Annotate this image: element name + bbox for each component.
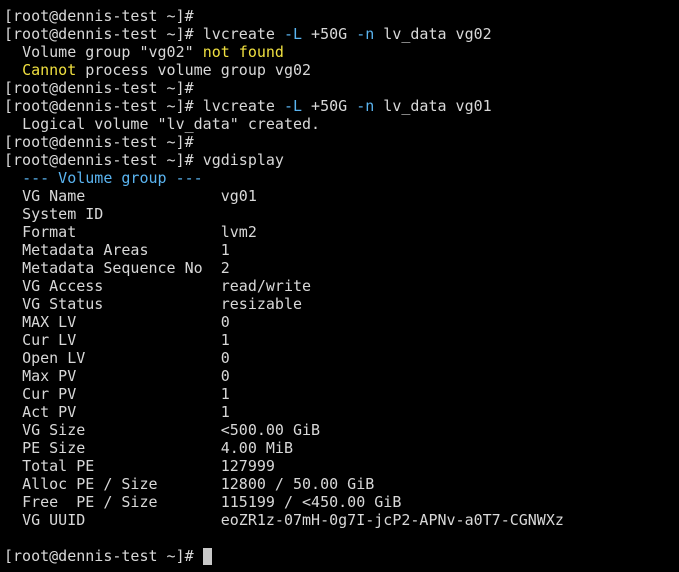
option-size-flag: -L [283, 97, 303, 115]
vg-field-key: Act PV [22, 403, 77, 421]
vg-field-row: VG UUID eoZR1z-07mH-0g7I-jcP2-APNv-a0T7-C… [4, 511, 679, 529]
vg-field-key: Alloc PE / Size [22, 475, 158, 493]
vg-field-row: VG Name vg01 [4, 187, 679, 205]
command-args: lv_data vg02 [374, 25, 492, 43]
option-name-flag: -n [356, 97, 375, 115]
vg-section-header-line: --- Volume group --- [4, 169, 679, 187]
vg-field-row: Metadata Sequence No 2 [4, 259, 679, 277]
error-highlight: Cannot [22, 61, 77, 79]
error-highlight: not found [202, 43, 284, 61]
vg-field-value: 1 [220, 403, 230, 421]
vg-field-row: MAX LV 0 [4, 313, 679, 331]
vg-field-row: Act PV 1 [4, 403, 679, 421]
vg-field-key: Cur PV [22, 385, 77, 403]
error-text: process volume group vg02 [76, 61, 312, 79]
vg-field-row: VG Size <500.00 GiB [4, 421, 679, 439]
vg-field-value: 2 [220, 259, 230, 277]
text-cursor[interactable] [202, 548, 212, 565]
vg-field-key: Open LV [22, 349, 86, 367]
vg-field-key: Total PE [22, 457, 95, 475]
command-name: lvcreate [202, 25, 275, 43]
size-arg: +50G [302, 97, 357, 115]
vg-field-key: Metadata Sequence No [22, 259, 203, 277]
prompt: [root@dennis-test ~]# [4, 547, 203, 565]
vg-field-key: VG Status [22, 295, 104, 313]
prompt: [root@dennis-test ~]# [4, 151, 203, 169]
vg-field-key: MAX LV [22, 313, 77, 331]
size-arg: +50G [302, 25, 357, 43]
vg-field-value: resizable [220, 295, 303, 313]
vg-field-key: Metadata Areas [22, 241, 149, 259]
vg-field-row: Alloc PE / Size 12800 / 50.00 GiB [4, 475, 679, 493]
vg-field-row: VG Status resizable [4, 295, 679, 313]
vg-field-key: Format [22, 223, 77, 241]
vg-field-list: VG Name vg01 System ID Format lvm2 Metadat… [4, 187, 679, 529]
vg-field-key: Free PE / Size [22, 493, 158, 511]
vg-field-row: Open LV 0 [4, 349, 679, 367]
vg-field-row: Cur PV 1 [4, 385, 679, 403]
command-name: lvcreate [202, 97, 275, 115]
error-text: Volume group "vg02" [22, 43, 203, 61]
vg-field-value: 0 [220, 349, 230, 367]
vg-field-value: 1 [220, 241, 230, 259]
vg-field-key: VG Size [22, 421, 86, 439]
error-line-cannot-process: Cannot process volume group vg02 [4, 61, 679, 79]
vg-field-key: Cur LV [22, 331, 77, 349]
created-message: Logical volume "lv_data" created. [22, 115, 321, 133]
prompt: [root@dennis-test ~]# [4, 25, 203, 43]
prompt: [root@dennis-test ~]# [4, 97, 203, 115]
vg-field-key: VG Name [22, 187, 86, 205]
command-args: lv_data vg01 [374, 97, 492, 115]
vg-field-row: Free PE / Size 115199 / <450.00 GiB [4, 493, 679, 511]
prompt-line-2: [root@dennis-test ~]# [4, 79, 679, 97]
terminal-window[interactable]: [root@dennis-test ~]# [root@dennis-test … [0, 0, 679, 572]
vg-field-value: <500.00 GiB [220, 421, 321, 439]
vg-field-row: VG Access read/write [4, 277, 679, 295]
vg-field-value: 1 [220, 385, 230, 403]
vg-field-row: System ID [4, 205, 679, 223]
command-name: vgdisplay [202, 151, 284, 169]
vg-field-value: eoZR1z-07mH-0g7I-jcP2-APNv-a0T7-CGNWXz [220, 511, 564, 529]
command-line-lvcreate-vg01: [root@dennis-test ~]# lvcreate -L +50G -… [4, 97, 679, 115]
vg-field-value: 115199 / <450.00 GiB [220, 493, 402, 511]
prompt: [root@dennis-test ~]# [4, 7, 203, 25]
vg-field-key: System ID [22, 205, 104, 223]
vg-field-value: lvm2 [220, 223, 257, 241]
vg-field-row: Total PE 127999 [4, 457, 679, 475]
vg-field-value: 0 [220, 367, 230, 385]
vg-field-row: Max PV 0 [4, 367, 679, 385]
vg-field-value: 1 [220, 331, 230, 349]
output-created-line: Logical volume "lv_data" created. [4, 115, 679, 133]
vg-field-key: VG UUID [22, 511, 86, 529]
option-size-flag: -L [283, 25, 303, 43]
vg-field-value: read/write [220, 277, 312, 295]
command-line-vgdisplay: [root@dennis-test ~]# vgdisplay [4, 151, 679, 169]
error-line-not-found: Volume group "vg02" not found [4, 43, 679, 61]
vg-section-header: --- Volume group --- [22, 169, 203, 187]
vg-field-key: PE Size [22, 439, 86, 457]
vg-field-value: 12800 / 50.00 GiB [220, 475, 375, 493]
command-line-lvcreate-vg02: [root@dennis-test ~]# lvcreate -L +50G -… [4, 25, 679, 43]
prompt: [root@dennis-test ~]# [4, 79, 203, 97]
vg-field-row: Format lvm2 [4, 223, 679, 241]
vg-field-key: Max PV [22, 367, 77, 385]
active-prompt-line[interactable]: [root@dennis-test ~]# [4, 547, 679, 565]
vg-field-value: 4.00 MiB [220, 439, 293, 457]
prompt: [root@dennis-test ~]# [4, 133, 203, 151]
prompt-line-3: [root@dennis-test ~]# [4, 133, 679, 151]
vg-field-key: VG Access [22, 277, 104, 295]
vg-field-value: 127999 [220, 457, 275, 475]
vg-field-row: Metadata Areas 1 [4, 241, 679, 259]
vg-field-value: 0 [220, 313, 230, 331]
prompt-line-1: [root@dennis-test ~]# [4, 7, 679, 25]
vg-field-value: vg01 [220, 187, 257, 205]
vg-field-row: Cur LV 1 [4, 331, 679, 349]
option-name-flag: -n [356, 25, 375, 43]
vg-field-row: PE Size 4.00 MiB [4, 439, 679, 457]
